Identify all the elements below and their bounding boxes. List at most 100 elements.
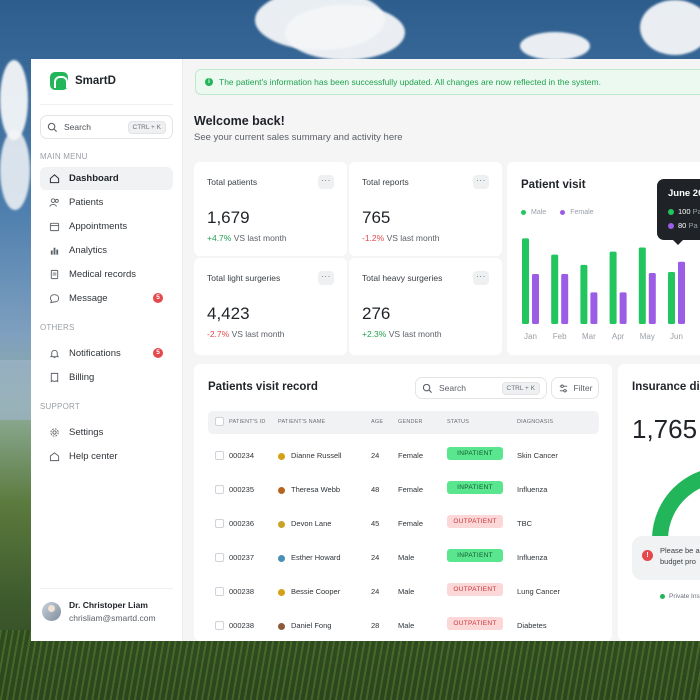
patient-gender: Male <box>398 553 415 562</box>
more-options-button[interactable]: ··· <box>473 175 489 189</box>
patient-diagnosis: Influenza <box>517 553 548 562</box>
status-badge: INPATIENT <box>447 447 503 460</box>
sidebar-item-label: Settings <box>69 427 104 438</box>
divider <box>40 104 173 105</box>
patient-name-cell: Theresa Webb <box>278 485 340 494</box>
profile-email: chrisliam@smartd.com <box>69 613 156 623</box>
sidebar-item-medical-records[interactable]: Medical records <box>40 263 173 286</box>
patient-name-cell: Devon Lane <box>278 519 331 528</box>
sidebar-item-settings[interactable]: Settings <box>40 421 173 444</box>
patients-visit-record-card: Patients visit record Search CTRL + K Fi… <box>194 364 612 641</box>
stat-value: 1,679 <box>207 208 250 227</box>
column-header: AGE <box>371 419 384 425</box>
patient-gender: Female <box>398 519 424 528</box>
insurance-gauge <box>652 471 700 547</box>
stat-delta: +2.3% VS last month <box>362 329 442 339</box>
stat-card-total-reports: Total reports ··· 765 -1.2% VS last mont… <box>349 162 502 256</box>
bell-icon <box>49 348 60 359</box>
x-tick-label: Jun <box>670 332 683 341</box>
sidebar-item-label: Appointments <box>69 221 128 232</box>
insurance-value: 1,765 <box>632 414 698 444</box>
delta-percent: +2.3% <box>362 329 387 339</box>
sidebar-search-input[interactable]: Search CTRL + K <box>40 115 173 139</box>
row-checkbox[interactable] <box>215 485 224 494</box>
patient-age: 28 <box>371 621 380 630</box>
row-checkbox[interactable] <box>215 519 224 528</box>
tooltip-row-male: 100 Pa <box>668 207 700 216</box>
table-search-input[interactable]: Search CTRL + K <box>415 377 547 399</box>
bar-male-apr[interactable] <box>609 251 617 324</box>
patient-avatar <box>278 452 285 460</box>
sidebar-item-message[interactable]: Message 5 <box>40 287 173 310</box>
insurance-legend: Private Ins <box>660 593 700 600</box>
patient-id: 000238 <box>229 587 255 596</box>
stat-title: Total heavy surgeries <box>362 273 443 283</box>
insurance-card: Insurance dis 1,765 ! Please be a budget … <box>618 364 700 641</box>
table-row[interactable]: 000235 Theresa Webb 48 Female INPATIENT Influ… <box>208 473 599 507</box>
stat-title: Total reports <box>362 177 409 187</box>
select-all-checkbox[interactable] <box>215 417 224 426</box>
sidebar-item-help-center[interactable]: Help center <box>40 445 173 468</box>
brand[interactable]: SmartD <box>50 72 116 90</box>
patient-name-cell: Daniel Fong <box>278 621 331 630</box>
more-options-button[interactable]: ··· <box>318 175 334 189</box>
table-row[interactable]: 000234 Dianne Russell 24 Female INPATIENT Ski… <box>208 439 599 473</box>
bar-female-apr[interactable] <box>619 292 627 324</box>
table-row[interactable]: 000238 Daniel Fong 28 Male OUTPATIENT Diabete… <box>208 609 599 641</box>
patient-visit-chart-card: Patient visit Male Female Jan Feb Mar Apr Ma… <box>507 162 700 355</box>
search-placeholder: Search <box>439 383 466 393</box>
tooltip-row-female: 80 Pa <box>668 221 698 230</box>
patient-id: 000234 <box>229 451 255 460</box>
bar-female-jan[interactable] <box>532 274 539 324</box>
bar-male-mar[interactable] <box>580 264 588 324</box>
more-options-button[interactable]: ··· <box>318 271 334 285</box>
bar-female-jun[interactable] <box>678 261 685 324</box>
more-options-button[interactable]: ··· <box>473 271 489 285</box>
delta-percent: +4.7% <box>207 233 232 243</box>
bar-female-may[interactable] <box>648 273 656 324</box>
sidebar-item-patients[interactable]: Patients <box>40 191 173 214</box>
sidebar-item-appointments[interactable]: Appointments <box>40 215 173 238</box>
filter-button[interactable]: Filter <box>551 377 599 399</box>
calendar-icon <box>49 221 60 232</box>
sidebar-item-analytics[interactable]: Analytics <box>40 239 173 262</box>
chart-tooltip: June 20 100 Pa 80 Pa <box>657 179 700 245</box>
sidebar-item-notifications[interactable]: Notifications 5 <box>40 342 173 365</box>
page-subtitle: See your current sales summary and activ… <box>194 132 403 143</box>
warning-line: Please be a <box>660 546 700 555</box>
bar-female-mar[interactable] <box>590 292 598 324</box>
dashboard-window: SmartD Search CTRL + K MAIN MENU Dashboa… <box>31 59 700 641</box>
legend-label: Private Ins <box>669 593 700 600</box>
patient-gender: Female <box>398 485 424 494</box>
user-profile[interactable]: Dr. Christoper Liam chrisliam@smartd.com <box>42 600 156 623</box>
row-checkbox[interactable] <box>215 621 224 630</box>
status-badge: INPATIENT <box>447 481 503 494</box>
gear-icon <box>49 427 60 438</box>
row-checkbox[interactable] <box>215 587 224 596</box>
delta-percent: -2.7% <box>207 329 230 339</box>
bar-male-feb[interactable] <box>551 254 559 324</box>
message-count-badge: 5 <box>153 293 163 303</box>
table-row[interactable]: 000236 Devon Lane 45 Female OUTPATIENT TBC <box>208 507 599 541</box>
help-icon <box>49 451 60 462</box>
row-checkbox[interactable] <box>215 451 224 460</box>
bar-female-feb[interactable] <box>561 274 569 324</box>
divider <box>40 588 173 589</box>
sidebar-item-dashboard[interactable]: Dashboard <box>40 167 173 190</box>
row-checkbox[interactable] <box>215 553 224 562</box>
patient-diagnosis: Skin Cancer <box>517 451 558 460</box>
patient-gender: Male <box>398 621 415 630</box>
table-row[interactable]: 000238 Bessie Cooper 24 Male OUTPATIENT Lung … <box>208 575 599 609</box>
table-title: Patients visit record <box>208 381 318 393</box>
bar-male-jun[interactable] <box>668 271 675 324</box>
stat-delta: -1.2% VS last month <box>362 233 440 243</box>
patient-age: 24 <box>371 553 380 562</box>
search-shortcut: CTRL + K <box>501 381 540 395</box>
status-badge: OUTPATIENT <box>447 515 503 528</box>
sidebar-item-billing[interactable]: Billing <box>40 366 173 389</box>
bar-male-jan[interactable] <box>522 238 529 324</box>
table-row[interactable]: 000237 Esther Howard 24 Male INPATIENT Influe… <box>208 541 599 575</box>
bar-male-may[interactable] <box>638 247 646 325</box>
patient-name: Dianne Russell <box>291 451 342 460</box>
patient-diagnosis: Diabetes <box>517 621 547 630</box>
